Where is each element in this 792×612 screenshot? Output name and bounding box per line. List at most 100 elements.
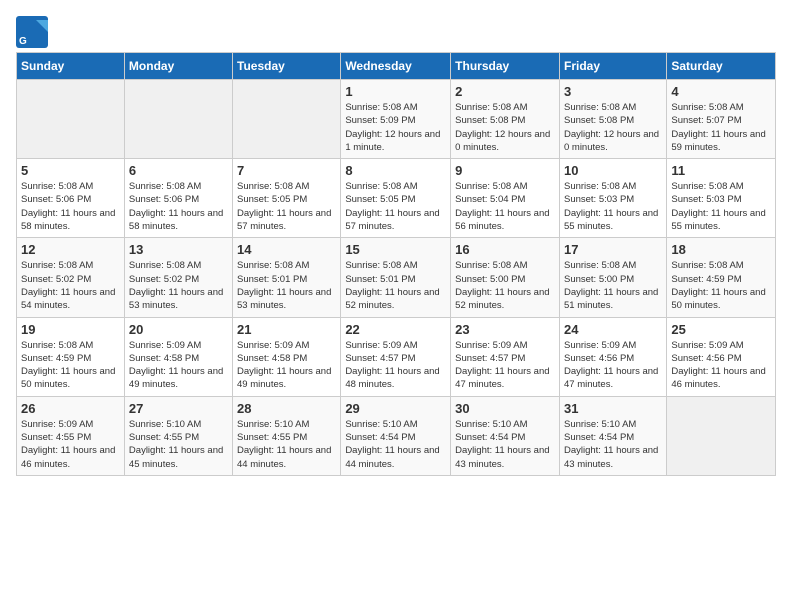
cell-content: Sunrise: 5:09 AMSunset: 4:58 PMDaylight:…	[129, 339, 228, 392]
cell-content: Sunrise: 5:08 AMSunset: 5:08 PMDaylight:…	[455, 101, 555, 154]
calendar-cell	[17, 80, 125, 159]
day-number: 16	[455, 242, 555, 257]
cell-content: Sunrise: 5:08 AMSunset: 5:05 PMDaylight:…	[237, 180, 336, 233]
cell-content: Sunrise: 5:08 AMSunset: 5:03 PMDaylight:…	[671, 180, 771, 233]
day-number: 29	[345, 401, 446, 416]
calendar-cell: 30 Sunrise: 5:10 AMSunset: 4:54 PMDayligh…	[451, 396, 560, 475]
calendar-cell: 31 Sunrise: 5:10 AMSunset: 4:54 PMDayligh…	[559, 396, 666, 475]
day-number: 13	[129, 242, 228, 257]
calendar-week-3: 12 Sunrise: 5:08 AMSunset: 5:02 PMDayligh…	[17, 238, 776, 317]
cell-content: Sunrise: 5:09 AMSunset: 4:55 PMDaylight:…	[21, 418, 120, 471]
cell-content: Sunrise: 5:08 AMSunset: 5:04 PMDaylight:…	[455, 180, 555, 233]
calendar-cell: 21Sunrise: 5:09 AMSunset: 4:58 PMDayligh…	[233, 317, 341, 396]
day-number: 5	[21, 163, 120, 178]
calendar-cell: 10 Sunrise: 5:08 AMSunset: 5:03 PMDayligh…	[559, 159, 666, 238]
calendar-cell: 3 Sunrise: 5:08 AMSunset: 5:08 PMDaylight…	[559, 80, 666, 159]
calendar-cell: 11Sunrise: 5:08 AMSunset: 5:03 PMDayligh…	[667, 159, 776, 238]
day-number: 27	[129, 401, 228, 416]
day-number: 15	[345, 242, 446, 257]
calendar-cell: 13 Sunrise: 5:08 AMSunset: 5:02 PMDayligh…	[124, 238, 232, 317]
cell-content: Sunrise: 5:08 AMSunset: 5:08 PMDaylight:…	[564, 101, 662, 154]
weekday-header-tuesday: Tuesday	[233, 53, 341, 80]
cell-content: Sunrise: 5:08 AMSunset: 4:59 PMDaylight:…	[671, 259, 771, 312]
cell-content: Sunrise: 5:08 AMSunset: 5:07 PMDaylight:…	[671, 101, 771, 154]
cell-content: Sunrise: 5:10 AMSunset: 4:54 PMDaylight:…	[564, 418, 662, 471]
day-number: 28	[237, 401, 336, 416]
cell-content: Sunrise: 5:08 AMSunset: 5:03 PMDaylight:…	[564, 180, 662, 233]
cell-content: Sunrise: 5:08 AMSunset: 5:01 PMDaylight:…	[345, 259, 446, 312]
day-number: 24	[564, 322, 662, 337]
calendar-cell: 8 Sunrise: 5:08 AMSunset: 5:05 PMDaylight…	[341, 159, 451, 238]
weekday-header-monday: Monday	[124, 53, 232, 80]
day-number: 17	[564, 242, 662, 257]
cell-content: Sunrise: 5:08 AMSunset: 5:02 PMDaylight:…	[21, 259, 120, 312]
cell-content: Sunrise: 5:10 AMSunset: 4:54 PMDaylight:…	[455, 418, 555, 471]
day-number: 31	[564, 401, 662, 416]
weekday-header-thursday: Thursday	[451, 53, 560, 80]
day-number: 3	[564, 84, 662, 99]
calendar-cell: 17Sunrise: 5:08 AMSunset: 5:00 PMDayligh…	[559, 238, 666, 317]
day-number: 9	[455, 163, 555, 178]
calendar-cell	[667, 396, 776, 475]
cell-content: Sunrise: 5:08 AMSunset: 5:01 PMDaylight:…	[237, 259, 336, 312]
day-number: 6	[129, 163, 228, 178]
calendar-cell: 27Sunrise: 5:10 AMSunset: 4:55 PMDayligh…	[124, 396, 232, 475]
calendar-cell: 28Sunrise: 5:10 AMSunset: 4:55 PMDayligh…	[233, 396, 341, 475]
cell-content: Sunrise: 5:08 AMSunset: 5:05 PMDaylight:…	[345, 180, 446, 233]
calendar-cell: 2Sunrise: 5:08 AMSunset: 5:08 PMDaylight…	[451, 80, 560, 159]
day-number: 18	[671, 242, 771, 257]
calendar-cell: 22Sunrise: 5:09 AMSunset: 4:57 PMDayligh…	[341, 317, 451, 396]
weekday-header-wednesday: Wednesday	[341, 53, 451, 80]
svg-text:G: G	[19, 36, 27, 47]
logo: G	[16, 16, 48, 44]
calendar-cell: 1 Sunrise: 5:08 AMSunset: 5:09 PMDaylight…	[341, 80, 451, 159]
calendar-cell: 23 Sunrise: 5:09 AMSunset: 4:57 PMDayligh…	[451, 317, 560, 396]
cell-content: Sunrise: 5:09 AMSunset: 4:57 PMDaylight:…	[455, 339, 555, 392]
cell-content: Sunrise: 5:09 AMSunset: 4:56 PMDaylight:…	[564, 339, 662, 392]
day-number: 14	[237, 242, 336, 257]
weekday-header-friday: Friday	[559, 53, 666, 80]
calendar-cell: 12 Sunrise: 5:08 AMSunset: 5:02 PMDayligh…	[17, 238, 125, 317]
day-number: 26	[21, 401, 120, 416]
calendar-cell: 29Sunrise: 5:10 AMSunset: 4:54 PMDayligh…	[341, 396, 451, 475]
cell-content: Sunrise: 5:08 AMSunset: 5:02 PMDaylight:…	[129, 259, 228, 312]
calendar-cell: 14 Sunrise: 5:08 AMSunset: 5:01 PMDayligh…	[233, 238, 341, 317]
cell-content: Sunrise: 5:08 AMSunset: 4:59 PMDaylight:…	[21, 339, 120, 392]
day-number: 19	[21, 322, 120, 337]
calendar-cell: 4 Sunrise: 5:08 AMSunset: 5:07 PMDaylight…	[667, 80, 776, 159]
cell-content: Sunrise: 5:09 AMSunset: 4:56 PMDaylight:…	[671, 339, 771, 392]
day-number: 4	[671, 84, 771, 99]
day-number: 25	[671, 322, 771, 337]
calendar-cell: 15 Sunrise: 5:08 AMSunset: 5:01 PMDayligh…	[341, 238, 451, 317]
day-number: 8	[345, 163, 446, 178]
calendar-cell: 7 Sunrise: 5:08 AMSunset: 5:05 PMDaylight…	[233, 159, 341, 238]
day-number: 7	[237, 163, 336, 178]
cell-content: Sunrise: 5:08 AMSunset: 5:00 PMDaylight:…	[455, 259, 555, 312]
calendar-cell: 26 Sunrise: 5:09 AMSunset: 4:55 PMDayligh…	[17, 396, 125, 475]
day-number: 30	[455, 401, 555, 416]
weekday-header-saturday: Saturday	[667, 53, 776, 80]
calendar-week-4: 19 Sunrise: 5:08 AMSunset: 4:59 PMDayligh…	[17, 317, 776, 396]
day-number: 23	[455, 322, 555, 337]
day-number: 22	[345, 322, 446, 337]
weekday-header-row: SundayMondayTuesdayWednesdayThursdayFrid…	[17, 53, 776, 80]
day-number: 21	[237, 322, 336, 337]
calendar-cell: 18 Sunrise: 5:08 AMSunset: 4:59 PMDayligh…	[667, 238, 776, 317]
calendar-cell: 20 Sunrise: 5:09 AMSunset: 4:58 PMDayligh…	[124, 317, 232, 396]
day-number: 1	[345, 84, 446, 99]
day-number: 12	[21, 242, 120, 257]
calendar-cell: 9 Sunrise: 5:08 AMSunset: 5:04 PMDaylight…	[451, 159, 560, 238]
cell-content: Sunrise: 5:08 AMSunset: 5:09 PMDaylight:…	[345, 101, 446, 154]
page-header: G	[16, 16, 776, 44]
calendar-cell: 24 Sunrise: 5:09 AMSunset: 4:56 PMDayligh…	[559, 317, 666, 396]
calendar-cell	[124, 80, 232, 159]
logo-icon: G	[16, 16, 44, 44]
calendar-cell: 5Sunrise: 5:08 AMSunset: 5:06 PMDaylight…	[17, 159, 125, 238]
day-number: 20	[129, 322, 228, 337]
day-number: 10	[564, 163, 662, 178]
calendar-week-1: 1 Sunrise: 5:08 AMSunset: 5:09 PMDaylight…	[17, 80, 776, 159]
calendar-cell: 19 Sunrise: 5:08 AMSunset: 4:59 PMDayligh…	[17, 317, 125, 396]
weekday-header-sunday: Sunday	[17, 53, 125, 80]
calendar-cell: 6Sunrise: 5:08 AMSunset: 5:06 PMDaylight…	[124, 159, 232, 238]
calendar-table: SundayMondayTuesdayWednesdayThursdayFrid…	[16, 52, 776, 476]
